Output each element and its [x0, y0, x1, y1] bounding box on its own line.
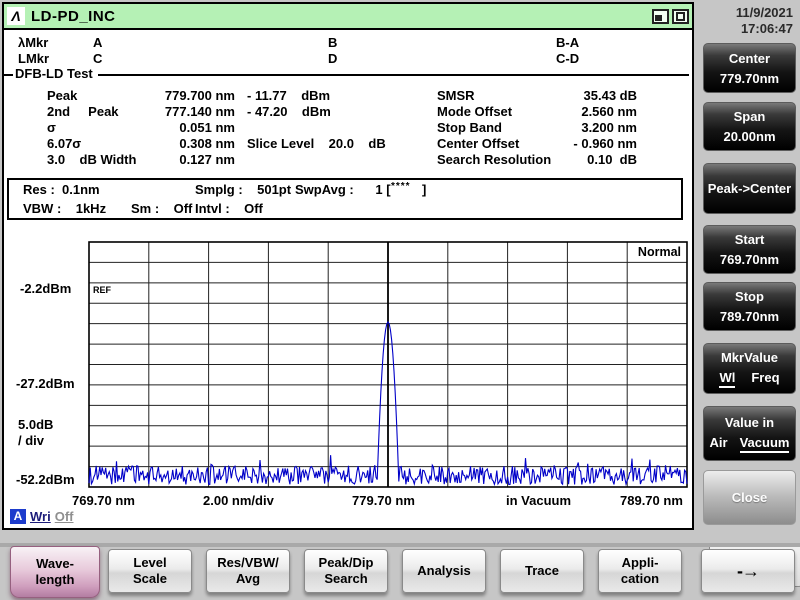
spectrum-chart: Normal REF: [88, 241, 688, 488]
level-marker-label: LMkr: [18, 51, 49, 66]
marker-value-wl-option[interactable]: Wl: [719, 370, 735, 388]
settings-field: ****: [391, 181, 411, 192]
title-bar: Λ LD-PD_INC: [4, 4, 692, 30]
marker-d: D: [328, 51, 337, 66]
svg-text:REF: REF: [93, 285, 112, 295]
x-axis-stop: 789.70 nm: [620, 493, 683, 508]
svg-text:Normal: Normal: [638, 245, 681, 259]
wavelength-marker-label: λMkr: [18, 35, 48, 50]
param-row: 6.07σ 0.308 nm Slice Level 20.0 dB Cente…: [4, 136, 692, 152]
tab-application[interactable]: Appli-cation: [598, 549, 682, 593]
value-in-air-option[interactable]: Air: [710, 435, 728, 453]
marker-value-freq-option[interactable]: Freq: [751, 370, 779, 388]
x-axis-start: 769.70 nm: [72, 493, 135, 508]
marker-a: A: [93, 35, 102, 50]
settings-field: VBW : 1kHz: [23, 201, 106, 216]
marker-c-d: C-D: [556, 51, 579, 66]
marker-c: C: [93, 51, 102, 66]
settings-field: Intvl : Off: [195, 201, 263, 216]
sweep-settings-box: Res : 0.1nm Smplg : 501pt SwpAvg : 1 [****…: [7, 178, 683, 220]
marker-b: B: [328, 35, 337, 50]
time-text: 17:06:47: [736, 21, 793, 37]
y-axis-per-div: 5.0dB: [18, 417, 53, 432]
param-row: Peak 779.700 nm - 11.77 dBm SMSR 35.43 d…: [4, 88, 692, 104]
tab-trace[interactable]: Trace: [500, 549, 584, 593]
y-axis-bottom-level: -52.2dBm: [16, 472, 75, 487]
analysis-section-header: DFB-LD Test: [4, 68, 689, 81]
stop-button[interactable]: Stop 789.70nm: [703, 282, 796, 331]
trace-off-state: Off: [55, 509, 74, 524]
tab-level-scale[interactable]: LevelScale: [108, 549, 192, 593]
settings-field: Sm : Off: [131, 201, 192, 216]
settings-field: Smplg : 501pt: [195, 182, 291, 197]
x-axis-per-div: 2.00 nm/div: [203, 493, 274, 508]
menu-divider: [0, 543, 800, 547]
y-axis-per-div-2: / div: [18, 433, 44, 448]
settings-field: Res : 0.1nm: [23, 182, 100, 197]
value-in-vacuum-option[interactable]: Vacuum: [740, 435, 790, 453]
arrow-icon: -→: [737, 563, 759, 579]
span-button[interactable]: Span 20.00nm: [703, 102, 796, 151]
marker-value-toggle[interactable]: MkrValue Wl Freq: [703, 343, 796, 394]
center-button[interactable]: Center 779.70nm: [703, 43, 796, 93]
tab-res-vbw-avg[interactable]: Res/VBW/Avg: [206, 549, 290, 593]
peak-to-center-button[interactable]: Peak->Center: [703, 163, 796, 214]
param-row: 3.0 dB Width 0.127 nm Search Resolution …: [4, 152, 692, 168]
date-text: 11/9/2021: [736, 5, 793, 21]
settings-field: SwpAvg : 1 [: [295, 182, 391, 197]
x-axis-medium: in Vacuum: [506, 493, 571, 508]
x-axis-center: 779.70 nm: [352, 493, 415, 508]
settings-row-2: VBW : 1kHz Sm : OffIntvl : Off: [17, 201, 679, 219]
maximize-icon[interactable]: [672, 9, 689, 24]
trace-a-badge: A: [10, 509, 26, 524]
param-row: 2nd Peak 777.140 nm - 47.20 dBm Mode Off…: [4, 104, 692, 120]
y-axis-mid-level: -27.2dBm: [16, 376, 75, 391]
trace-status: A Wri Off: [10, 509, 74, 524]
minimize-icon[interactable]: [652, 9, 669, 24]
close-button[interactable]: Close: [703, 470, 796, 525]
analyzer-window: Λ LD-PD_INC λMkr A B B-A LMkr C D C-D DF…: [2, 2, 694, 530]
window-title: LD-PD_INC: [31, 8, 116, 25]
trace-write-mode: Wri: [30, 509, 51, 524]
tab-analysis[interactable]: Analysis: [402, 549, 486, 593]
more-menus-arrow-button[interactable]: -→: [701, 549, 795, 593]
value-in-toggle[interactable]: Value in Air Vacuum: [703, 406, 796, 461]
datetime-display: 11/9/2021 17:06:47: [736, 5, 793, 37]
start-button[interactable]: Start 769.70nm: [703, 225, 796, 274]
param-row: σ 0.051 nm Stop Band 3.200 nm: [4, 120, 692, 136]
settings-row-1: Res : 0.1nm Smplg : 501pt SwpAvg : 1 [****…: [17, 182, 679, 200]
marker-b-a: B-A: [556, 35, 579, 50]
settings-field: ]: [422, 182, 426, 197]
tab-wavelength[interactable]: Wave-length: [10, 546, 100, 598]
app-logo-icon: Λ: [7, 7, 25, 25]
section-title: DFB-LD Test: [13, 66, 98, 81]
y-axis-ref-level: -2.2dBm: [20, 281, 71, 296]
tab-peak-dip-search[interactable]: Peak/DipSearch: [304, 549, 388, 593]
